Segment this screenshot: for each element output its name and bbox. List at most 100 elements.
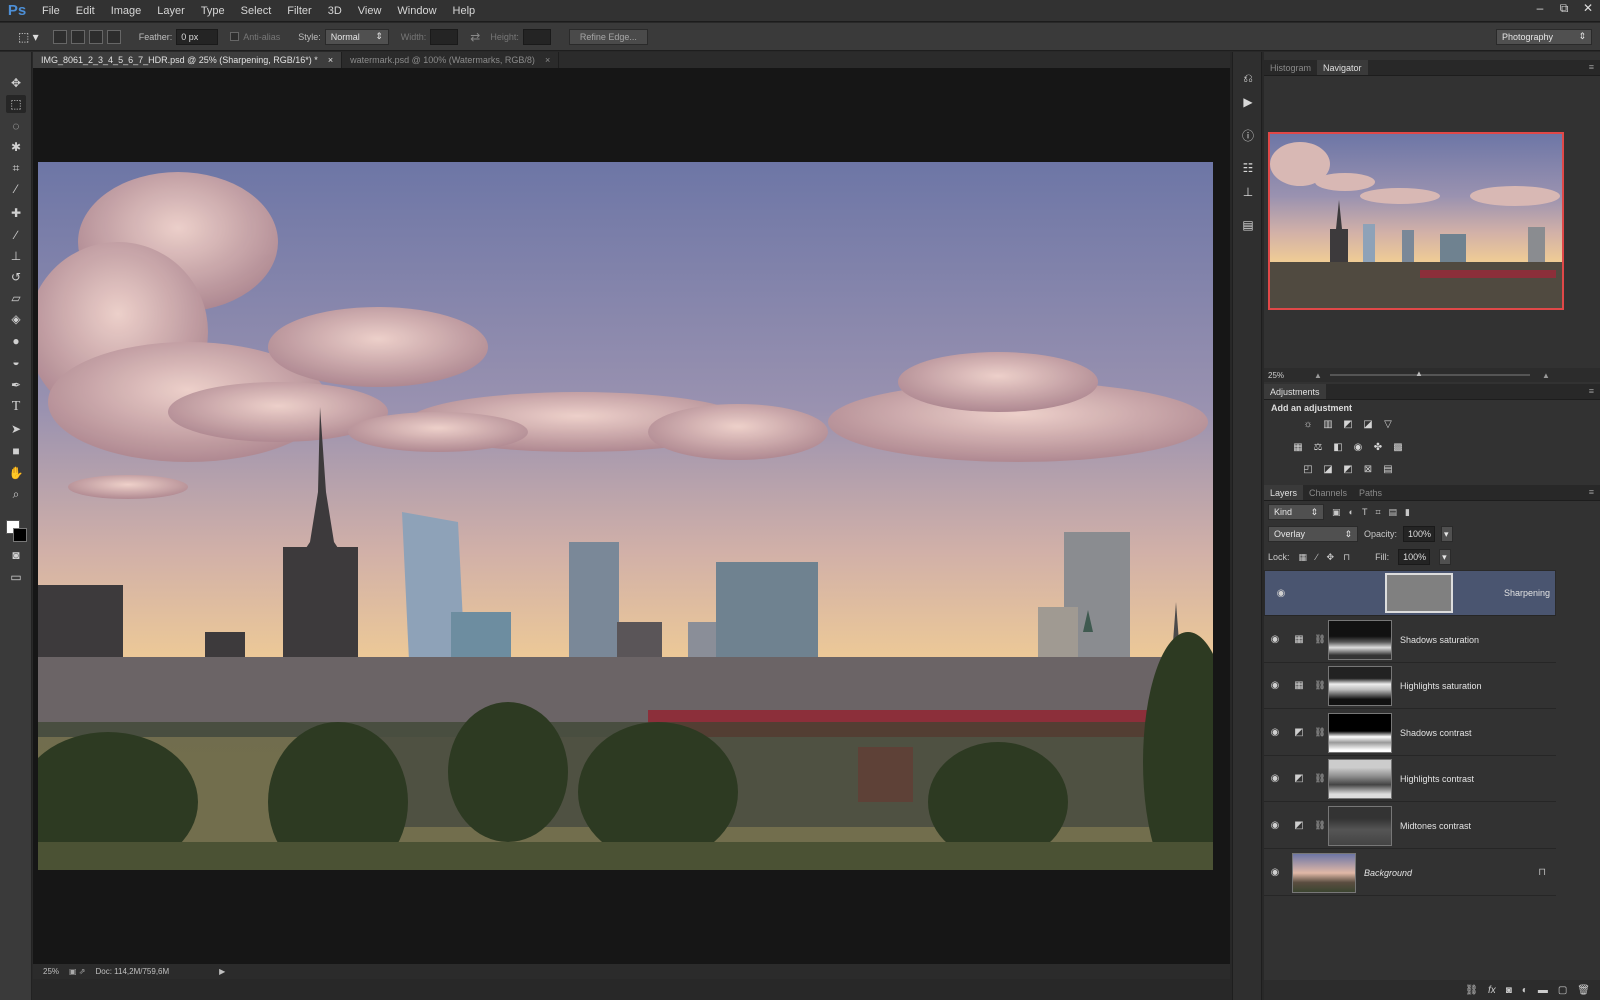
menu-view[interactable]: View bbox=[350, 5, 390, 17]
background-color-swatch[interactable] bbox=[13, 528, 27, 542]
tab-hdr-document[interactable]: IMG_8061_2_3_4_5_6_7_HDR.psd @ 25% (Shar… bbox=[33, 52, 343, 68]
new-group-icon[interactable]: ▬ bbox=[1538, 985, 1548, 996]
link-layers-icon[interactable]: ⛓ bbox=[1465, 985, 1478, 996]
visibility-eye-icon[interactable]: ◉ bbox=[1264, 867, 1286, 878]
screen-mode-icon[interactable]: ▭ bbox=[6, 568, 26, 586]
menu-help[interactable]: Help bbox=[445, 5, 484, 17]
invert-icon[interactable]: ◰ bbox=[1301, 464, 1315, 476]
link-chain-icon[interactable]: ⛓ bbox=[1312, 680, 1328, 691]
layer-row[interactable]: ◉ ▦ ⛓ Shadows saturation bbox=[1264, 617, 1556, 663]
antialias-checkbox[interactable] bbox=[230, 32, 240, 41]
lock-transparency-icon[interactable]: ▦ bbox=[1299, 552, 1308, 563]
posterize-icon[interactable]: ◪ bbox=[1321, 464, 1335, 476]
threshold-icon[interactable]: ◩ bbox=[1341, 464, 1355, 476]
black-white-icon[interactable]: ◧ bbox=[1331, 442, 1345, 454]
link-chain-icon[interactable]: ⛓ bbox=[1312, 634, 1328, 645]
add-selection-icon[interactable] bbox=[70, 29, 85, 44]
blend-mode-select[interactable]: Overlay ⇕ bbox=[1268, 526, 1358, 542]
close-button[interactable]: ✕ bbox=[1576, 0, 1600, 16]
layer-row[interactable]: ◉ ◩ ⛓ Midtones contrast bbox=[1264, 803, 1556, 849]
visibility-eye-icon[interactable]: ◉ bbox=[1264, 820, 1286, 831]
zoom-slider-handle[interactable]: ▲ bbox=[1415, 369, 1423, 378]
width-input[interactable] bbox=[430, 28, 459, 45]
move-icon[interactable]: ✥ bbox=[6, 74, 26, 92]
brightness-icon[interactable]: ☼ bbox=[1301, 419, 1315, 431]
path-select-icon[interactable]: ➤ bbox=[6, 420, 26, 438]
style-select[interactable]: Normal ⇕ bbox=[324, 28, 389, 45]
type-icon[interactable]: T bbox=[6, 398, 26, 416]
workspace-select[interactable]: Photography ⇕ bbox=[1496, 28, 1592, 45]
hand-icon[interactable]: ✋ bbox=[6, 464, 26, 482]
link-chain-icon[interactable]: ⛓ bbox=[1312, 727, 1328, 738]
hue-saturation-icon[interactable]: ▦ bbox=[1291, 442, 1305, 454]
filter-type-icon[interactable]: T bbox=[1362, 507, 1368, 517]
menu-filter[interactable]: Filter bbox=[279, 5, 319, 17]
zoom-in-icon[interactable]: ▲ bbox=[1542, 371, 1550, 380]
new-adjustment-icon[interactable]: ◐ bbox=[1522, 985, 1528, 996]
menu-3d[interactable]: 3D bbox=[320, 5, 350, 17]
photo-filter-icon[interactable]: ◉ bbox=[1351, 442, 1365, 454]
trash-icon[interactable]: 🗑 bbox=[1577, 985, 1590, 996]
refine-edge-button[interactable]: Refine Edge... bbox=[568, 28, 648, 45]
filter-pixel-icon[interactable]: ▣ bbox=[1332, 507, 1341, 518]
shape-icon[interactable]: ■ bbox=[6, 442, 26, 460]
document-image[interactable] bbox=[38, 162, 1213, 870]
actions-panel-icon[interactable]: ▶ bbox=[1240, 94, 1256, 110]
opacity-dropdown[interactable]: ▾ bbox=[1441, 526, 1454, 542]
tab-adjustments[interactable]: Adjustments bbox=[1264, 384, 1326, 399]
status-share-icon[interactable]: ▣ ⇗ bbox=[69, 967, 85, 976]
exposure-icon[interactable]: ◪ bbox=[1361, 419, 1375, 431]
crop-icon[interactable]: ⌗ bbox=[6, 159, 26, 177]
levels-icon[interactable]: ▥ bbox=[1321, 419, 1335, 431]
visibility-eye-icon[interactable]: ◉ bbox=[1264, 727, 1286, 738]
healing-icon[interactable]: ✚ bbox=[6, 204, 26, 222]
menu-window[interactable]: Window bbox=[389, 5, 444, 17]
magic-wand-icon[interactable]: ✱ bbox=[6, 138, 26, 156]
layer-row[interactable]: ◉ ◩ ⛓ Highlights contrast bbox=[1264, 756, 1556, 802]
navigator-zoom-value[interactable]: 25% bbox=[1268, 371, 1284, 380]
quick-mask-icon[interactable]: ◙ bbox=[6, 546, 26, 564]
layer-row[interactable]: ◉ Background ⊓ bbox=[1264, 850, 1556, 896]
clone-source-icon[interactable]: ⊥ bbox=[1240, 184, 1256, 200]
new-selection-icon[interactable] bbox=[52, 29, 67, 44]
properties-panel-icon[interactable]: ☷ bbox=[1240, 160, 1256, 176]
brush-icon[interactable]: ∕ bbox=[6, 226, 26, 244]
add-mask-icon[interactable]: ◙ bbox=[1506, 985, 1512, 996]
close-tab-icon[interactable]: × bbox=[328, 55, 333, 65]
pen-icon[interactable]: ✒ bbox=[6, 376, 26, 394]
layer-row[interactable]: ◉ Sharpening bbox=[1264, 570, 1556, 616]
zoom-slider[interactable]: ▲ bbox=[1329, 369, 1530, 378]
visibility-eye-icon[interactable]: ◉ bbox=[1264, 680, 1286, 691]
tab-paths[interactable]: Paths bbox=[1353, 485, 1388, 500]
status-arrow-icon[interactable]: ▶ bbox=[219, 967, 225, 976]
tab-histogram[interactable]: Histogram bbox=[1264, 60, 1317, 75]
curves-icon[interactable]: ◩ bbox=[1341, 419, 1355, 431]
filter-toggle-icon[interactable]: ▮ bbox=[1405, 507, 1410, 518]
feather-input[interactable]: 0 px bbox=[176, 28, 219, 45]
restore-button[interactable]: ⧉ bbox=[1552, 0, 1576, 16]
channel-mixer-icon[interactable]: ✤ bbox=[1371, 442, 1385, 454]
opacity-input[interactable]: 100% bbox=[1403, 526, 1436, 542]
marquee-icon[interactable]: ⬚ bbox=[6, 95, 26, 113]
zoom-level[interactable]: 25% bbox=[43, 967, 59, 976]
info-panel-icon[interactable]: ⓘ bbox=[1240, 128, 1256, 144]
kind-filter-select[interactable]: Kind ⇕ bbox=[1268, 504, 1324, 520]
color-lookup-icon[interactable]: ▩ bbox=[1391, 442, 1405, 454]
zoom-out-icon[interactable]: ▲ bbox=[1314, 371, 1322, 380]
filter-shape-icon[interactable]: ⌗ bbox=[1375, 507, 1380, 518]
filter-smart-icon[interactable]: ▤ bbox=[1389, 507, 1398, 518]
panel-menu-icon[interactable]: ≡ bbox=[1583, 384, 1600, 399]
new-layer-icon[interactable]: ▢ bbox=[1558, 985, 1567, 996]
color-balance-icon[interactable]: ⚖ bbox=[1311, 442, 1325, 454]
zoom-icon[interactable]: ⌕ bbox=[6, 485, 26, 503]
bucket-icon[interactable]: ◈ bbox=[6, 310, 26, 328]
blur-icon[interactable]: ● bbox=[6, 332, 26, 350]
tab-watermark-document[interactable]: watermark.psd @ 100% (Watermarks, RGB/8)… bbox=[342, 52, 560, 68]
link-chain-icon[interactable]: ⛓ bbox=[1312, 820, 1328, 831]
layer-comps-icon[interactable]: ▤ bbox=[1240, 217, 1256, 233]
lock-pixels-icon[interactable]: ∕ bbox=[1316, 552, 1318, 562]
lock-all-icon[interactable]: ⊓ bbox=[1343, 552, 1350, 563]
tab-navigator[interactable]: Navigator bbox=[1317, 60, 1368, 75]
intersect-selection-icon[interactable] bbox=[106, 29, 121, 44]
menu-layer[interactable]: Layer bbox=[149, 5, 193, 17]
